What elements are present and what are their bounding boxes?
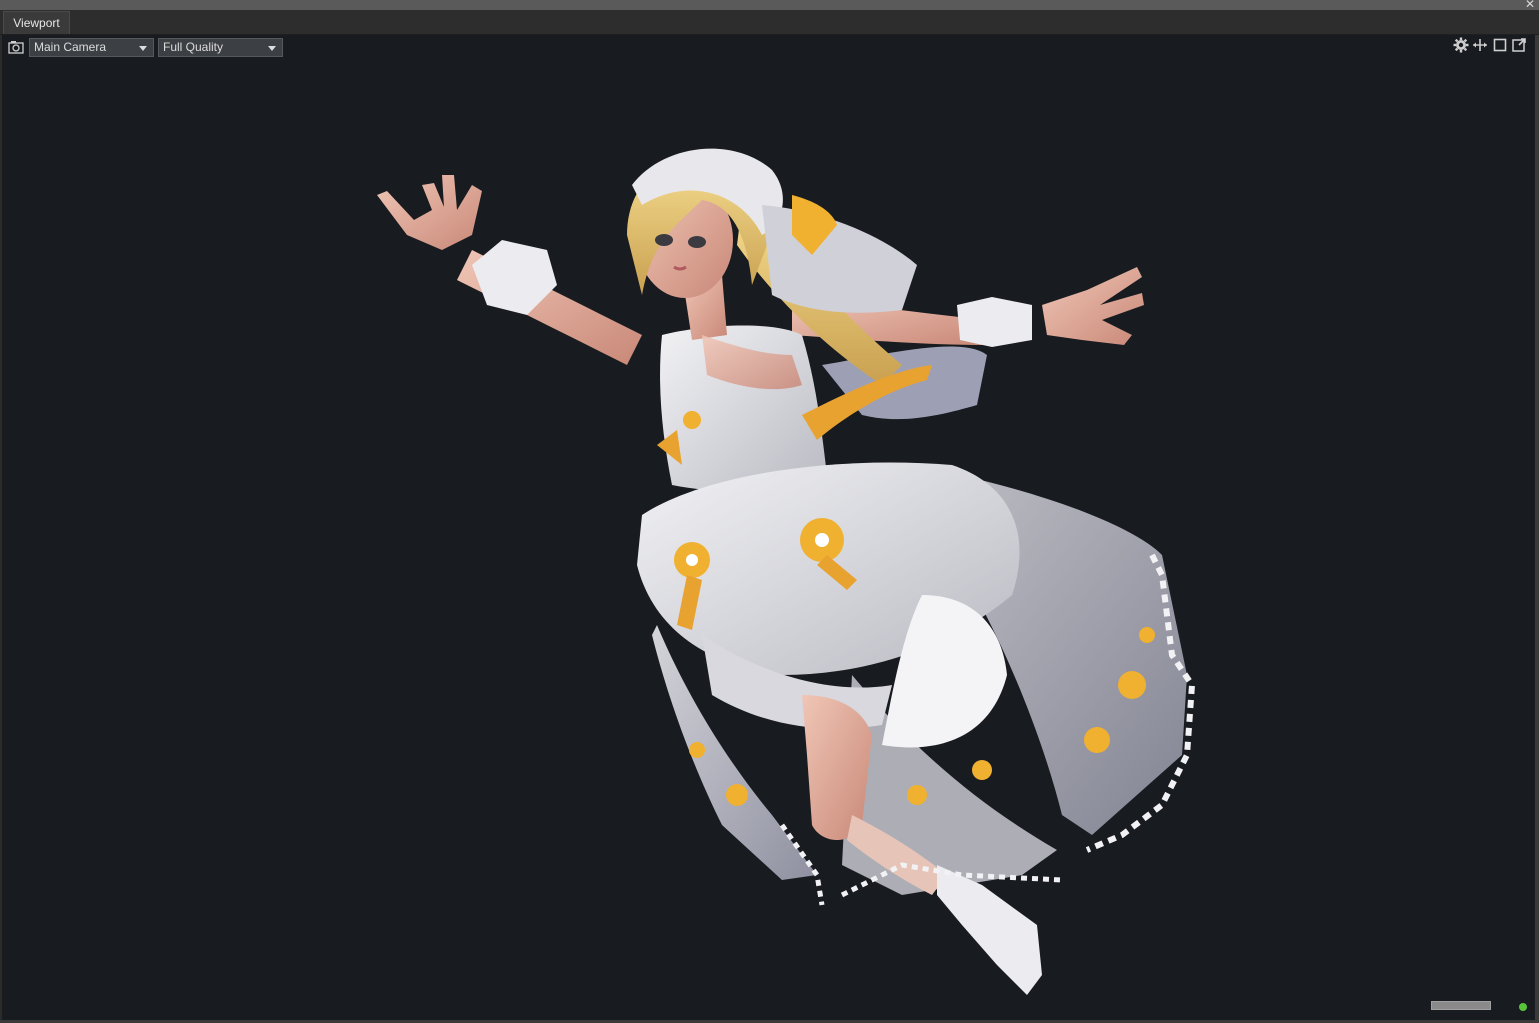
- camera-icon[interactable]: [8, 39, 24, 55]
- window-frame-right: [1535, 35, 1539, 1023]
- viewport-right-tools: [1453, 37, 1529, 55]
- quality-select-value: Full Quality: [163, 40, 224, 54]
- camera-select-value: Main Camera: [34, 40, 107, 54]
- tab-viewport[interactable]: Viewport: [3, 11, 70, 34]
- maximize-square-icon[interactable]: [1492, 37, 1508, 53]
- status-dot-icon: [1519, 1003, 1527, 1011]
- viewport-canvas[interactable]: Main Camera Full Quality: [2, 35, 1535, 1020]
- character-model: [377, 148, 1196, 995]
- progress-indicator: [1431, 1001, 1491, 1010]
- popout-icon[interactable]: [1511, 37, 1527, 53]
- window-titlebar: ✕: [0, 0, 1539, 11]
- move-arrows-icon[interactable]: [1472, 37, 1488, 53]
- chevron-down-icon: [139, 46, 147, 51]
- quality-select[interactable]: Full Quality: [158, 38, 283, 57]
- camera-select[interactable]: Main Camera: [29, 38, 154, 57]
- tab-bar: Viewport: [0, 10, 1539, 35]
- gear-icon[interactable]: [1453, 37, 1469, 53]
- chevron-down-icon: [268, 46, 276, 51]
